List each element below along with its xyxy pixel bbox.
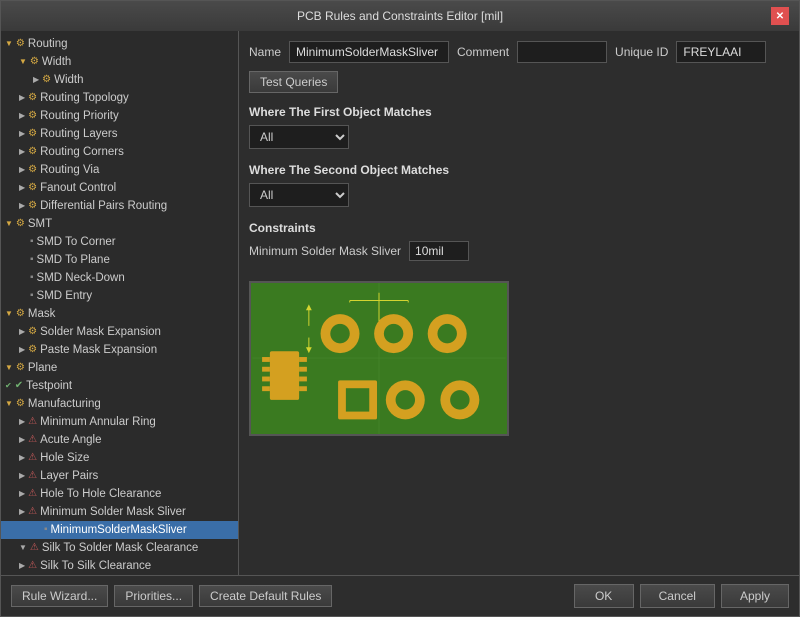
tree-item-paste-mask-exp[interactable]: ▶⚙Paste Mask Expansion [1, 341, 238, 359]
tree-item-label: Acute Angle [40, 432, 101, 448]
bottom-left-buttons: Rule Wizard... Priorities... Create Defa… [11, 585, 332, 607]
tree-item-label: SMD To Corner [37, 234, 116, 250]
min-solder-value[interactable] [409, 241, 469, 261]
apply-button[interactable]: Apply [721, 584, 789, 608]
constraints-title: Constraints [249, 221, 789, 235]
rule-wizard-button[interactable]: Rule Wizard... [11, 585, 108, 607]
tree-item-label: SMD To Plane [37, 252, 110, 268]
tree-item-routing-via[interactable]: ▶⚙Routing Via [1, 161, 238, 179]
tree-item-label: SMD Entry [37, 288, 93, 304]
constraints-section: Constraints Minimum Solder Mask Sliver [249, 221, 789, 267]
tree-item-smt-root[interactable]: ▼⚙SMT [1, 215, 238, 233]
tree-item-routing-corners[interactable]: ▶⚙Routing Corners [1, 143, 238, 161]
bottom-bar: Rule Wizard... Priorities... Create Defa… [1, 575, 799, 616]
tree-item-label: Plane [28, 360, 57, 376]
tree-item-solder-mask-exp[interactable]: ▶⚙Solder Mask Expansion [1, 323, 238, 341]
tree-item-label: MinimumSolderMaskSliver [51, 522, 187, 538]
tree-item-label: Silk To Silk Clearance [40, 558, 151, 574]
tree-item-label: Routing [28, 36, 68, 52]
min-solder-label: Minimum Solder Mask Sliver [249, 244, 401, 258]
tree-item-label: Testpoint [26, 378, 72, 394]
tree-item-label: Routing Via [40, 162, 99, 178]
constraint-row: Minimum Solder Mask Sliver [249, 241, 789, 261]
tree-item-label: Solder Mask Expansion [40, 324, 161, 340]
priorities-button[interactable]: Priorities... [114, 585, 193, 607]
test-queries-button[interactable]: Test Queries [249, 71, 338, 93]
tree-item-routing-priority[interactable]: ▶⚙Routing Priority [1, 107, 238, 125]
tree-item-manufacturing-root[interactable]: ▼⚙Manufacturing [1, 395, 238, 413]
pcb-preview [249, 281, 509, 436]
tree-item-silk-to-silk[interactable]: ▶⚠Silk To Silk Clearance [1, 557, 238, 575]
name-row: Name Comment Unique ID Test Queries [249, 41, 789, 93]
tree-item-layer-pairs[interactable]: ▶⚠Layer Pairs [1, 467, 238, 485]
tree-item-label: Hole Size [40, 450, 89, 466]
tree-item-label: Manufacturing [28, 396, 101, 412]
tree-item-label: Differential Pairs Routing [40, 198, 167, 214]
tree-item-hole-size[interactable]: ▶⚠Hole Size [1, 449, 238, 467]
name-input[interactable] [289, 41, 449, 63]
tree-item-width-group[interactable]: ▼⚙Width [1, 53, 238, 71]
tree-item-label: Routing Layers [40, 126, 117, 142]
tree-item-smt-entry[interactable]: ▪SMD Entry [1, 287, 238, 305]
tree-item-label: Minimum Annular Ring [40, 414, 156, 430]
tree-item-acute-angle[interactable]: ▶⚠Acute Angle [1, 431, 238, 449]
tree-item-label: SMD Neck-Down [37, 270, 125, 286]
where-first-dropdown[interactable]: All [249, 125, 349, 149]
ok-button[interactable]: OK [574, 584, 634, 608]
tree-item-routing-layers[interactable]: ▶⚙Routing Layers [1, 125, 238, 143]
where-first-title: Where The First Object Matches [249, 105, 789, 119]
tree-item-routing-topology[interactable]: ▶⚙Routing Topology [1, 89, 238, 107]
tree-item-mask-root[interactable]: ▼⚙Mask [1, 305, 238, 323]
tree-item-routing-root[interactable]: ▼⚙Routing [1, 35, 238, 53]
bottom-right-buttons: OK Cancel Apply [574, 584, 789, 608]
tree-item-smt-neck[interactable]: ▪SMD Neck-Down [1, 269, 238, 287]
tree-item-plane-root[interactable]: ▼⚙Plane [1, 359, 238, 377]
tree-item-label: Width [42, 54, 71, 70]
tree-item-label: Routing Priority [40, 108, 119, 124]
tree-item-diff-pairs[interactable]: ▶⚙Differential Pairs Routing [1, 197, 238, 215]
tree-item-label: Layer Pairs [40, 468, 98, 484]
tree-item-label: Silk To Solder Mask Clearance [42, 540, 198, 556]
close-button[interactable]: ✕ [771, 7, 789, 25]
tree-item-label: Paste Mask Expansion [40, 342, 157, 358]
where-first-section: Where The First Object Matches All [249, 105, 789, 149]
tree-item-label: SMT [28, 216, 52, 232]
title-bar: PCB Rules and Constraints Editor [mil] ✕ [1, 1, 799, 31]
tree-item-min-annular[interactable]: ▶⚠Minimum Annular Ring [1, 413, 238, 431]
tree-item-label: Width [54, 72, 83, 88]
tree-item-smt-plane[interactable]: ▪SMD To Plane [1, 251, 238, 269]
tree-item-label: Routing Topology [40, 90, 129, 106]
window-title: PCB Rules and Constraints Editor [mil] [29, 9, 771, 23]
tree-item-label: Hole To Hole Clearance [40, 486, 161, 502]
right-panel: Name Comment Unique ID Test Queries Wher… [239, 31, 799, 575]
where-second-title: Where The Second Object Matches [249, 163, 789, 177]
tree-item-min-solder-sliver[interactable]: ▶⚠Minimum Solder Mask Sliver [1, 503, 238, 521]
main-content: ▼⚙Routing▼⚙Width▶⚙Width▶⚙Routing Topolog… [1, 31, 799, 575]
name-label: Name [249, 45, 281, 59]
main-window: PCB Rules and Constraints Editor [mil] ✕… [0, 0, 800, 617]
tree-item-min-solder-sliver-item[interactable]: ▪MinimumSolderMaskSliver [1, 521, 238, 539]
comment-input[interactable] [517, 41, 607, 63]
tree-item-label: Minimum Solder Mask Sliver [40, 504, 186, 520]
tree-item-silk-to-solder[interactable]: ▼⚠Silk To Solder Mask Clearance [1, 539, 238, 557]
cancel-button[interactable]: Cancel [640, 584, 715, 608]
pcb-svg [251, 283, 507, 434]
uniqueid-input[interactable] [676, 41, 766, 63]
tree-panel: ▼⚙Routing▼⚙Width▶⚙Width▶⚙Routing Topolog… [1, 31, 239, 575]
tree-item-hole-to-clearance[interactable]: ▶⚠Hole To Hole Clearance [1, 485, 238, 503]
tree-item-label: Routing Corners [40, 144, 124, 160]
tree-item-label: Fanout Control [40, 180, 116, 196]
tree-item-label: Mask [28, 306, 55, 322]
where-second-dropdown[interactable]: All [249, 183, 349, 207]
tree-item-fanout-control[interactable]: ▶⚙Fanout Control [1, 179, 238, 197]
tree-item-smt-corner[interactable]: ▪SMD To Corner [1, 233, 238, 251]
uniqueid-label: Unique ID [615, 45, 668, 59]
tree-item-width-item[interactable]: ▶⚙Width [1, 71, 238, 89]
create-default-rules-button[interactable]: Create Default Rules [199, 585, 332, 607]
comment-label: Comment [457, 45, 509, 59]
tree-item-testpoint-root[interactable]: ✔✔Testpoint [1, 377, 238, 395]
where-second-section: Where The Second Object Matches All [249, 163, 789, 207]
